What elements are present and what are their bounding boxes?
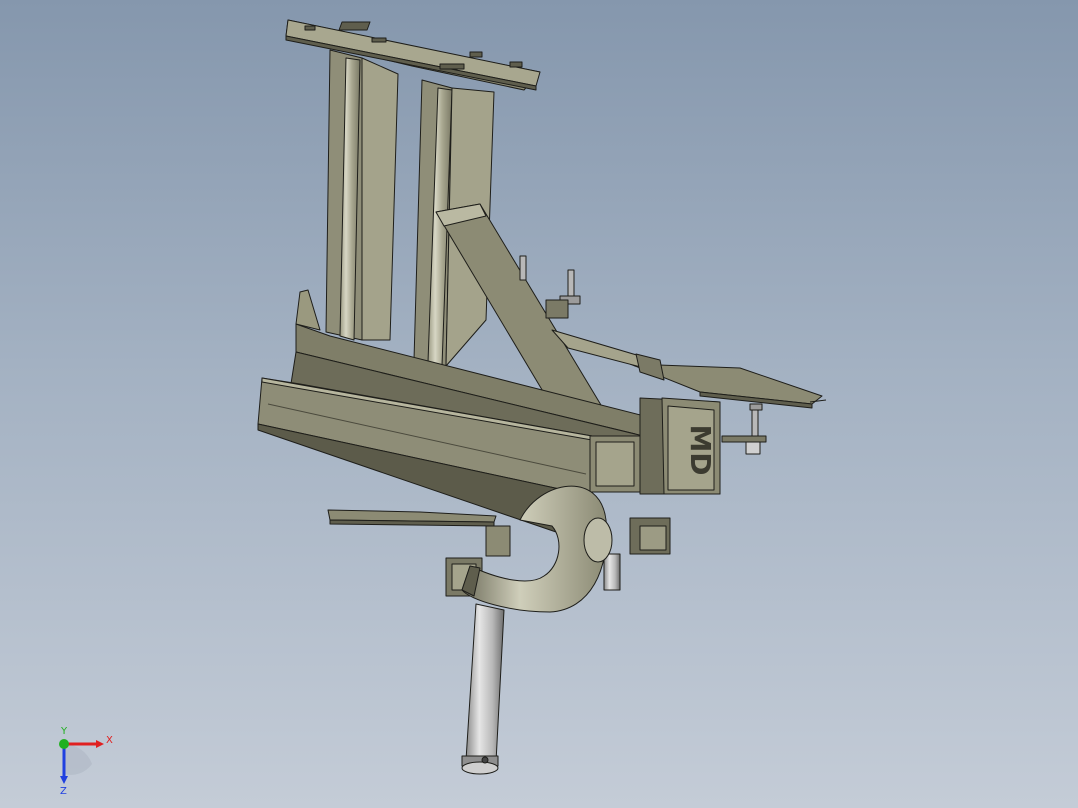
z-axis-label: Z (60, 786, 67, 796)
cad-viewport[interactable]: MD X Y Z (0, 0, 1078, 808)
main-shaft[interactable] (461, 603, 505, 775)
z-axis-head (60, 776, 68, 784)
axis-triad: X Y Z (59, 726, 113, 796)
y-axis-dot (59, 739, 69, 749)
vertical-post-left[interactable] (325, 49, 399, 341)
cad-assembly-model[interactable]: MD (0, 0, 1078, 808)
short-shaft[interactable] (603, 553, 621, 591)
square-tube-end[interactable] (589, 435, 641, 493)
end-block-logo: MD (684, 424, 717, 475)
lower-bracket-plate[interactable] (327, 509, 497, 527)
y-axis-label: Y (60, 726, 68, 737)
x-axis-head (96, 740, 104, 748)
triad-shadow (64, 744, 92, 775)
x-axis-label: X (106, 735, 113, 746)
top-mounting-plate[interactable] (285, 19, 541, 91)
end-block[interactable]: MD (639, 397, 721, 495)
